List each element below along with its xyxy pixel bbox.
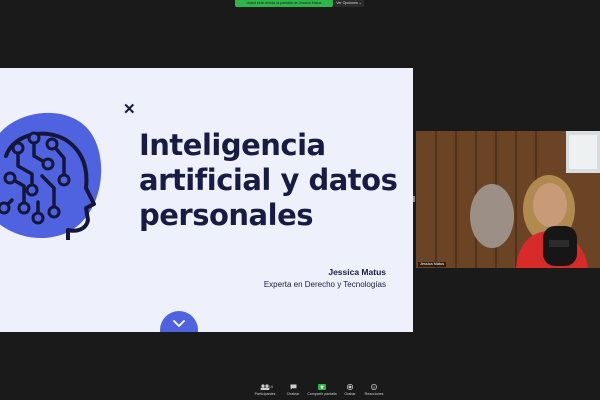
participants-count: 14: [269, 385, 273, 389]
participant-video: Jessica Matus: [416, 131, 600, 268]
video-frame: [416, 131, 600, 268]
reactions-label: Reacciones: [364, 392, 384, 396]
ai-head-illustration: [0, 113, 102, 240]
view-options-button[interactable]: Ver Opciones ⌄: [334, 0, 364, 7]
close-icon: ✕: [123, 101, 136, 118]
record-icon: [347, 384, 353, 390]
meeting-toolbar: 14 Participantes Chatear Compartir panta…: [0, 382, 600, 400]
presenter-name: Jessica Matus: [328, 267, 386, 277]
chat-label: Chatear: [286, 392, 300, 396]
chat-icon: [290, 384, 296, 390]
shared-slide: ✕ Inteligencia artificial y datos person…: [0, 68, 413, 332]
share-screen-icon: [318, 384, 326, 390]
split-view-handle[interactable]: [413, 196, 415, 202]
chevron-down-icon: [173, 320, 185, 327]
slide-title: Inteligencia artificial y datos personal…: [139, 128, 398, 232]
screen-share-banner: Usted está viendo la pantalla de Jessica…: [235, 0, 333, 7]
reactions-button[interactable]: Reacciones: [358, 384, 390, 396]
participant-name-label: Jessica Matus: [418, 262, 447, 267]
chat-button[interactable]: Chatear: [277, 384, 309, 396]
reactions-icon: [371, 384, 377, 390]
next-slide-button[interactable]: [160, 311, 198, 332]
presenter-role: Experta en Derecho y Tecnologías: [263, 280, 386, 289]
